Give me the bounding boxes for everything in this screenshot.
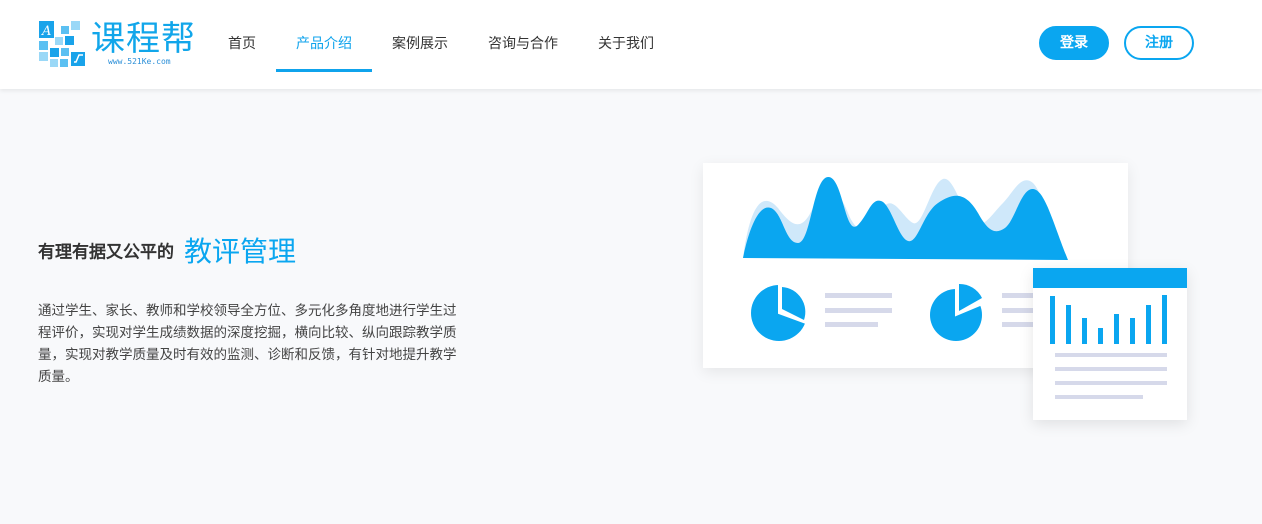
- hero-title: 有理有据又公平的 教评管理: [38, 230, 296, 270]
- nav-active-indicator: [276, 69, 372, 72]
- logo-url-text: www.521Ke.com: [108, 57, 171, 66]
- nav-item-about[interactable]: 关于我们: [598, 0, 654, 89]
- login-button[interactable]: 登录: [1039, 26, 1109, 60]
- bar-chart-illustration: [1033, 268, 1187, 399]
- nav-item-cases[interactable]: 案例展示: [392, 0, 448, 89]
- logo[interactable]: A 课程帮 www.521Ke.com: [38, 19, 198, 71]
- hero-title-highlight: 教评管理: [184, 235, 297, 268]
- bar-chart-card-illustration: [1033, 268, 1187, 420]
- hero-title-prefix: 有理有据又公平的: [38, 242, 174, 263]
- nav-item-home[interactable]: 首页: [228, 0, 256, 89]
- nav-item-product[interactable]: 产品介绍: [296, 0, 352, 89]
- logo-brand-text: 课程帮: [91, 19, 196, 59]
- svg-text:A: A: [41, 24, 51, 39]
- register-button[interactable]: 注册: [1124, 26, 1194, 60]
- nav-item-consult[interactable]: 咨询与合作: [488, 0, 558, 89]
- top-header: A 课程帮 www.521Ke.com 首页 产品介绍 案例展示 咨询与合作 关…: [0, 0, 1262, 89]
- logo-mark-icon: A: [39, 21, 85, 67]
- hero-description: 通过学生、家长、教师和学校领导全方位、多元化多角度地进行学生过程评价，实现对学生…: [38, 303, 457, 385]
